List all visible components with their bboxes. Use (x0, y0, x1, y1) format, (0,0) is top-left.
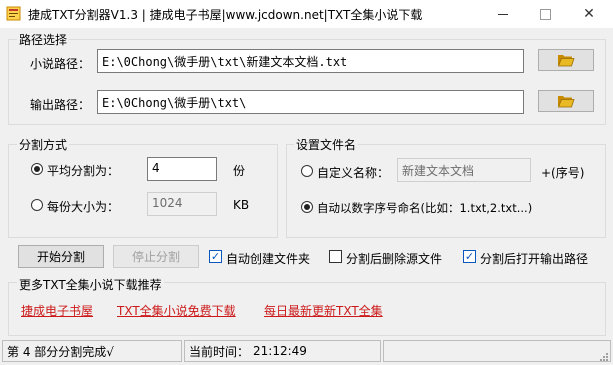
status-progress-text: 第 4 部分分割完成√ (7, 344, 114, 359)
novel-path-input[interactable]: E:\0Chong\微手册\txt\新建文本文档.txt (97, 49, 524, 73)
app-icon (6, 6, 21, 21)
maximize-button[interactable] (523, 0, 567, 28)
avg-split-unit: 份 (233, 164, 246, 178)
status-time-label: 当前时间： (189, 344, 250, 359)
size-split-label[interactable]: 每份大小为： (47, 198, 119, 215)
start-split-button[interactable]: 开始分割 (18, 245, 104, 268)
size-split-radio[interactable] (31, 199, 43, 211)
open-output-checkbox[interactable]: ✓ (463, 250, 476, 263)
output-browse-button[interactable] (538, 90, 594, 112)
split-mode-title: 分割方式 (17, 136, 70, 153)
filename-group-title: 设置文件名 (294, 136, 359, 153)
radio-selected-dot (304, 204, 310, 210)
status-extra (383, 340, 611, 362)
checkmark-icon: ✓ (210, 250, 221, 263)
novel-path-label: 小说路径： (30, 57, 91, 71)
delete-source-checkbox[interactable] (329, 250, 342, 263)
avg-split-radio[interactable] (31, 163, 43, 175)
close-button[interactable]: ✕ (567, 0, 611, 28)
resize-grip-icon[interactable] (597, 350, 609, 362)
radio-selected-dot (34, 166, 40, 172)
delete-source-label[interactable]: 分割后删除源文件 (346, 250, 442, 267)
minimize-button[interactable] (481, 0, 525, 28)
auto-name-radio[interactable] (301, 201, 313, 213)
recommend-title: 更多TXT全集小说下载推荐 (17, 276, 164, 293)
custom-name-input[interactable]: 新建文本文档 (397, 158, 531, 182)
avg-split-input[interactable]: 4 (147, 157, 217, 181)
recommend-link-free-download[interactable]: TXT全集小说免费下载 (117, 302, 236, 319)
recommend-link-daily-update[interactable]: 每日最新更新TXT全集 (264, 302, 383, 319)
auto-name-label[interactable]: 自动以数字序号命名(比如：1.txt,2.txt...) (317, 200, 532, 216)
folder-open-icon (557, 55, 575, 67)
recommend-link-jcdown[interactable]: 捷成电子书屋 (21, 302, 93, 319)
output-path-label: 输出路径： (30, 98, 91, 112)
path-group-title: 路径选择 (17, 31, 70, 48)
close-icon: ✕ (583, 6, 595, 22)
minimize-icon (498, 13, 508, 15)
custom-name-radio[interactable] (301, 165, 313, 177)
maximize-icon (539, 8, 551, 20)
open-output-label[interactable]: 分割后打开输出路径 (480, 250, 588, 267)
status-progress: 第 4 部分分割完成√ (2, 340, 182, 362)
status-time-value: 21:12:49 (253, 344, 307, 358)
custom-name-label[interactable]: 自定义名称： (317, 164, 389, 181)
output-path-input[interactable]: E:\0Chong\微手册\txt\ (97, 90, 524, 114)
status-time: 当前时间： 21:12:49 (184, 340, 381, 362)
size-split-unit: KB (233, 198, 250, 212)
custom-name-suffix: +(序号) (541, 166, 585, 180)
folder-open-icon (557, 96, 575, 108)
window-title: 捷成TXT分割器V1.3 | 捷成电子书屋|www.jcdown.net|TXT… (28, 8, 423, 22)
avg-split-label[interactable]: 平均分割为： (47, 162, 119, 179)
stop-split-button[interactable]: 停止分割 (113, 245, 199, 268)
create-folder-checkbox[interactable]: ✓ (209, 250, 222, 263)
size-split-input[interactable]: 1024 (147, 192, 217, 216)
novel-browse-button[interactable] (538, 49, 594, 71)
create-folder-label[interactable]: 自动创建文件夹 (226, 250, 310, 267)
checkmark-icon: ✓ (464, 250, 475, 263)
split-mode-group (8, 144, 278, 238)
